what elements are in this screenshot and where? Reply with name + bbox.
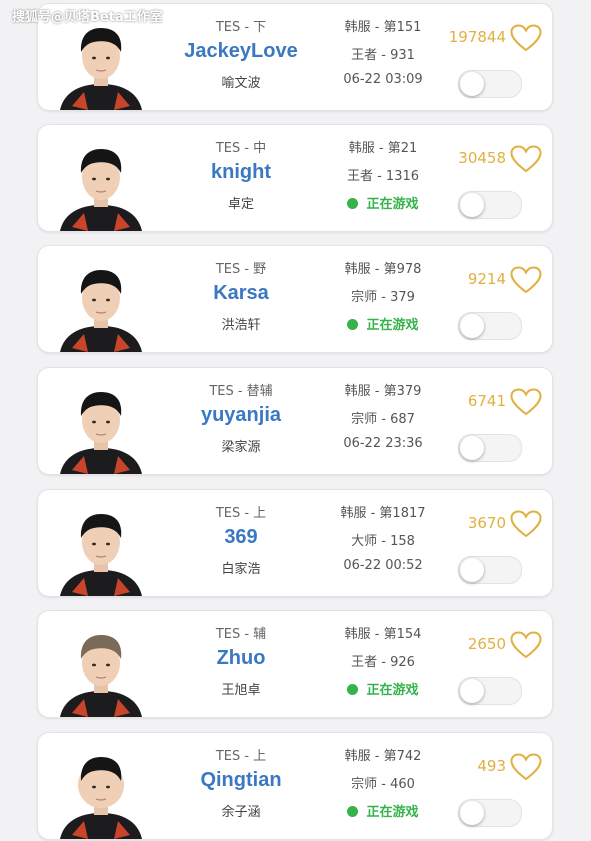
- toggle-knob: [460, 679, 484, 703]
- heart-icon[interactable]: [510, 753, 542, 781]
- player-card[interactable]: TES - 上 369 白家浩 韩服 - 第1817 大师 - 158 06-2…: [37, 489, 553, 597]
- status-text: 06-22 03:09: [343, 72, 423, 87]
- player-ign[interactable]: knight: [156, 161, 326, 184]
- avatar: [54, 262, 148, 352]
- player-real-name: 白家浩: [221, 562, 261, 577]
- player-real-name: 洪浩轩: [221, 318, 261, 333]
- player-real-name: 喻文波: [221, 76, 261, 91]
- toggle-knob: [460, 436, 484, 460]
- player-ign[interactable]: Qingtian: [156, 769, 326, 792]
- toggle-knob: [460, 558, 484, 582]
- follow-toggle[interactable]: [458, 191, 522, 219]
- heart-icon[interactable]: [510, 510, 542, 538]
- follow-toggle[interactable]: [458, 312, 522, 340]
- player-real-name: 王旭卓: [221, 683, 261, 698]
- player-real-name: 卓定: [227, 197, 254, 212]
- heart-icon[interactable]: [510, 145, 542, 173]
- status-text: 正在游戏: [366, 197, 419, 212]
- team-role: TES - 中: [215, 141, 267, 156]
- tier-points: 王者 - 931: [351, 48, 415, 63]
- team-role: TES - 替辅: [209, 384, 273, 399]
- team-role: TES - 野: [215, 262, 267, 277]
- avatar: [54, 627, 148, 717]
- watermark: 搜狐号@贝塔Beta工作室: [12, 10, 163, 25]
- last-online: 正在游戏: [324, 193, 442, 212]
- last-online: 正在游戏: [324, 314, 442, 333]
- team-role: TES - 上: [215, 506, 267, 521]
- live-dot-icon: [347, 319, 359, 330]
- server-rank: 韩服 - 第21: [348, 141, 418, 156]
- like-count: 493: [477, 757, 506, 775]
- toggle-knob: [460, 72, 484, 96]
- last-online: 06-22 03:09: [324, 72, 442, 87]
- avatar: [54, 384, 148, 474]
- player-real-name: 余子涵: [221, 805, 261, 820]
- tier-points: 大师 - 158: [351, 534, 415, 549]
- avatar: [54, 749, 148, 839]
- avatar: [54, 506, 148, 596]
- player-ign[interactable]: Zhuo: [156, 647, 326, 670]
- server-rank: 韩服 - 第154: [344, 627, 422, 642]
- tier-points: 宗师 - 379: [351, 290, 415, 305]
- player-ign[interactable]: 369: [156, 526, 326, 549]
- player-real-name: 梁家源: [221, 440, 261, 455]
- follow-toggle[interactable]: [458, 70, 522, 98]
- heart-icon[interactable]: [510, 266, 542, 294]
- last-online: 06-22 23:36: [324, 436, 442, 451]
- status-text: 正在游戏: [366, 683, 419, 698]
- last-online: 正在游戏: [324, 679, 442, 698]
- player-card[interactable]: TES - 辅 Zhuo 王旭卓 韩服 - 第154 王者 - 926 正在游戏…: [37, 610, 553, 718]
- follow-toggle[interactable]: [458, 556, 522, 584]
- player-card[interactable]: TES - 中 knight 卓定 韩服 - 第21 王者 - 1316 正在游…: [37, 124, 553, 232]
- last-online: 06-22 00:52: [324, 558, 442, 573]
- tier-points: 王者 - 1316: [346, 169, 420, 184]
- player-ign[interactable]: yuyanjia: [156, 404, 326, 427]
- team-role: TES - 上: [215, 749, 267, 764]
- like-count: 3670: [467, 514, 506, 532]
- tier-points: 宗师 - 687: [351, 412, 415, 427]
- player-card[interactable]: TES - 替辅 yuyanjia 梁家源 韩服 - 第379 宗师 - 687…: [37, 367, 553, 475]
- status-text: 正在游戏: [366, 318, 419, 333]
- avatar: [54, 20, 148, 110]
- heart-icon[interactable]: [510, 631, 542, 659]
- heart-icon[interactable]: [510, 388, 542, 416]
- follow-toggle[interactable]: [458, 677, 522, 705]
- like-count: 2650: [467, 635, 506, 653]
- team-role: TES - 下: [215, 20, 267, 35]
- team-role: TES - 辅: [215, 627, 267, 642]
- avatar: [54, 141, 148, 231]
- player-card[interactable]: TES - 野 Karsa 洪浩轩 韩服 - 第978 宗师 - 379 正在游…: [37, 245, 553, 353]
- status-text: 正在游戏: [366, 805, 419, 820]
- server-rank: 韩服 - 第978: [344, 262, 422, 277]
- like-count: 30458: [458, 149, 506, 167]
- toggle-knob: [460, 193, 484, 217]
- player-card[interactable]: TES - 上 Qingtian 余子涵 韩服 - 第742 宗师 - 460 …: [37, 732, 553, 840]
- player-ign[interactable]: Karsa: [156, 282, 326, 305]
- player-ign[interactable]: JackeyLove: [156, 40, 326, 63]
- live-dot-icon: [347, 806, 359, 817]
- toggle-knob: [460, 801, 484, 825]
- server-rank: 韩服 - 第742: [344, 749, 422, 764]
- last-online: 正在游戏: [324, 801, 442, 820]
- like-count: 6741: [467, 392, 506, 410]
- live-dot-icon: [347, 198, 359, 209]
- follow-toggle[interactable]: [458, 799, 522, 827]
- live-dot-icon: [347, 684, 359, 695]
- tier-points: 王者 - 926: [351, 655, 415, 670]
- server-rank: 韩服 - 第151: [344, 20, 422, 35]
- follow-toggle[interactable]: [458, 434, 522, 462]
- server-rank: 韩服 - 第1817: [340, 506, 426, 521]
- like-count: 9214: [467, 270, 506, 288]
- server-rank: 韩服 - 第379: [344, 384, 422, 399]
- status-text: 06-22 23:36: [343, 436, 423, 451]
- status-text: 06-22 00:52: [343, 558, 423, 573]
- tier-points: 宗师 - 460: [351, 777, 415, 792]
- like-count: 197844: [448, 28, 506, 46]
- heart-icon[interactable]: [510, 24, 542, 52]
- toggle-knob: [460, 314, 484, 338]
